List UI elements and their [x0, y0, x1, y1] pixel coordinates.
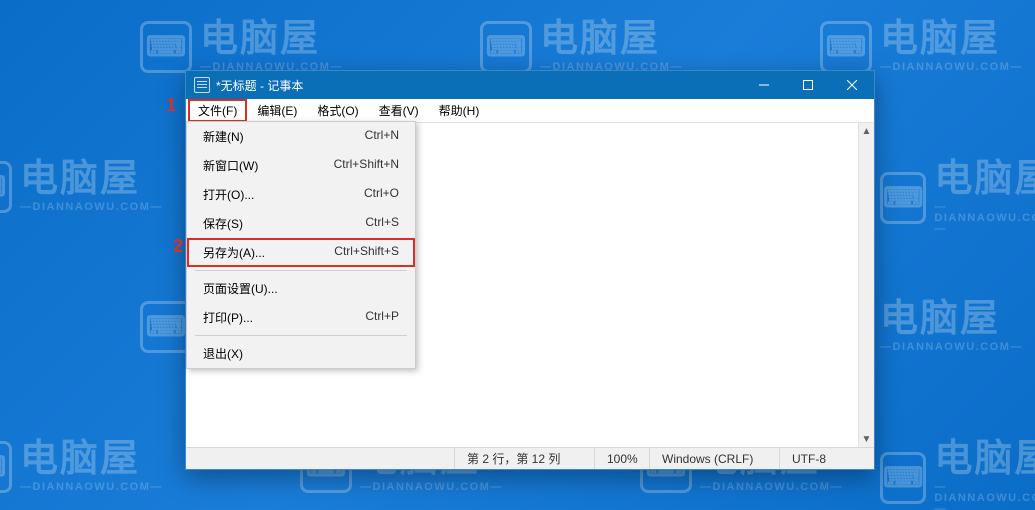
status-encoding: UTF-8 [779, 448, 874, 469]
menu-new-shortcut: Ctrl+N [365, 128, 399, 145]
menu-open-label: 打开(O)... [203, 186, 254, 203]
watermark-sub: —DIANNAOWU.COM— [934, 482, 1035, 510]
minimize-button[interactable] [742, 71, 786, 99]
wm-keyboard-icon [880, 172, 926, 224]
watermark-main: 电脑屋 [20, 160, 163, 198]
watermark-sub: —DIANNAOWU.COM— [360, 482, 503, 493]
menu-save-shortcut: Ctrl+S [365, 215, 399, 232]
status-spacer [186, 448, 454, 469]
wm-keyboard-icon [0, 441, 12, 493]
menu-help-label: 帮助(H) [439, 102, 480, 119]
menu-new-window-shortcut: Ctrl+Shift+N [334, 157, 399, 174]
menu-new[interactable]: 新建(N) Ctrl+N [187, 122, 415, 151]
watermark-main: 电脑屋 [880, 20, 1023, 58]
watermark-main: 电脑屋 [934, 160, 1035, 198]
status-position: 第 2 行，第 12 列 [454, 448, 594, 469]
notepad-window: 1 *无标题 - 记事本 文件(F) 编辑(E) [185, 70, 875, 470]
status-line-endings: Windows (CRLF) [649, 448, 779, 469]
watermark-sub: —DIANNAOWU.COM— [934, 202, 1035, 235]
notepad-icon [194, 77, 210, 93]
watermark-sub: —DIANNAOWU.COM— [20, 482, 163, 493]
menu-separator [195, 270, 407, 271]
close-button[interactable] [830, 71, 874, 99]
menu-new-window-label: 新窗口(W) [203, 157, 258, 174]
watermark-main: 电脑屋 [540, 20, 683, 58]
file-dropdown: 2 新建(N) Ctrl+N 新窗口(W) Ctrl+Shift+N 打开(O)… [186, 121, 416, 369]
watermark: 电脑屋 —DIANNAOWU.COM— [140, 20, 343, 73]
watermark: 电脑屋 —DIANNAOWU.COM— [880, 440, 1035, 510]
menu-exit-label: 退出(X) [203, 345, 243, 362]
titlebar[interactable]: *无标题 - 记事本 [186, 71, 874, 99]
menu-separator [195, 335, 407, 336]
menu-open[interactable]: 打开(O)... Ctrl+O [187, 180, 415, 209]
maximize-button[interactable] [786, 71, 830, 99]
menu-exit[interactable]: 退出(X) [187, 339, 415, 368]
watermark-main: 电脑屋 [200, 20, 343, 58]
menu-print[interactable]: 打印(P)... Ctrl+P [187, 303, 415, 332]
annotation-2: 2 [173, 236, 183, 257]
menu-file-label: 文件(F) [198, 102, 237, 119]
menu-format-label: 格式(O) [317, 102, 358, 119]
menu-new-window[interactable]: 新窗口(W) Ctrl+Shift+N [187, 151, 415, 180]
menu-new-label: 新建(N) [203, 128, 244, 145]
menu-edit[interactable]: 编辑(E) [247, 99, 307, 122]
menu-format[interactable]: 格式(O) [307, 99, 368, 122]
watermark: 电脑屋 —DIANNAOWU.COM— [880, 160, 1035, 235]
watermark-sub: —DIANNAOWU.COM— [700, 482, 843, 493]
wm-keyboard-icon [0, 161, 12, 213]
statusbar: 第 2 行，第 12 列 100% Windows (CRLF) UTF-8 [186, 447, 874, 469]
scroll-down-icon[interactable]: ▼ [859, 431, 874, 447]
wm-keyboard-icon [140, 21, 192, 73]
watermark-main: 电脑屋 [20, 440, 163, 478]
desktop: 电脑屋 —DIANNAOWU.COM— 电脑屋 —DIANNAOWU.COM— … [0, 0, 1035, 510]
annotation-1: 1 [166, 95, 176, 116]
watermark-sub: —DIANNAOWU.COM— [20, 202, 163, 213]
watermark: 电脑屋 —DIANNAOWU.COM— [0, 160, 163, 213]
watermark: 电脑屋 —DIANNAOWU.COM— [0, 440, 163, 493]
menu-edit-label: 编辑(E) [257, 102, 297, 119]
menu-print-shortcut: Ctrl+P [365, 309, 399, 326]
menu-save-as[interactable]: 另存为(A)... Ctrl+Shift+S [187, 238, 415, 267]
vertical-scrollbar[interactable]: ▲ ▼ [858, 123, 874, 447]
menu-page-setup-label: 页面设置(U)... [203, 280, 278, 297]
scroll-track[interactable] [859, 139, 874, 431]
menu-open-shortcut: Ctrl+O [364, 186, 399, 203]
watermark-sub: —DIANNAOWU.COM— [880, 342, 1023, 353]
menu-save-as-label: 另存为(A)... [203, 244, 265, 261]
wm-keyboard-icon [480, 21, 532, 73]
wm-keyboard-icon [820, 21, 872, 73]
watermark-main: 电脑屋 [934, 440, 1035, 478]
menu-file[interactable]: 文件(F) [188, 99, 247, 122]
menu-print-label: 打印(P)... [203, 309, 253, 326]
menu-view-label: 查看(V) [379, 102, 419, 119]
menu-page-setup[interactable]: 页面设置(U)... [187, 274, 415, 303]
menu-save-as-shortcut: Ctrl+Shift+S [334, 244, 399, 261]
menu-save-label: 保存(S) [203, 215, 243, 232]
wm-keyboard-icon [880, 452, 926, 504]
menubar: 文件(F) 编辑(E) 格式(O) 查看(V) 帮助(H) 2 新建(N) Ct… [186, 99, 874, 123]
menu-save[interactable]: 保存(S) Ctrl+S [187, 209, 415, 238]
watermark-sub: —DIANNAOWU.COM— [880, 62, 1023, 73]
menu-view[interactable]: 查看(V) [369, 99, 429, 122]
window-title: *无标题 - 记事本 [216, 77, 742, 94]
watermark-main: 电脑屋 [880, 300, 1023, 338]
scroll-up-icon[interactable]: ▲ [859, 123, 874, 139]
status-zoom: 100% [594, 448, 649, 469]
watermark: 电脑屋 —DIANNAOWU.COM— [480, 20, 683, 73]
menu-help[interactable]: 帮助(H) [429, 99, 490, 122]
watermark: 电脑屋 —DIANNAOWU.COM— [820, 20, 1023, 73]
